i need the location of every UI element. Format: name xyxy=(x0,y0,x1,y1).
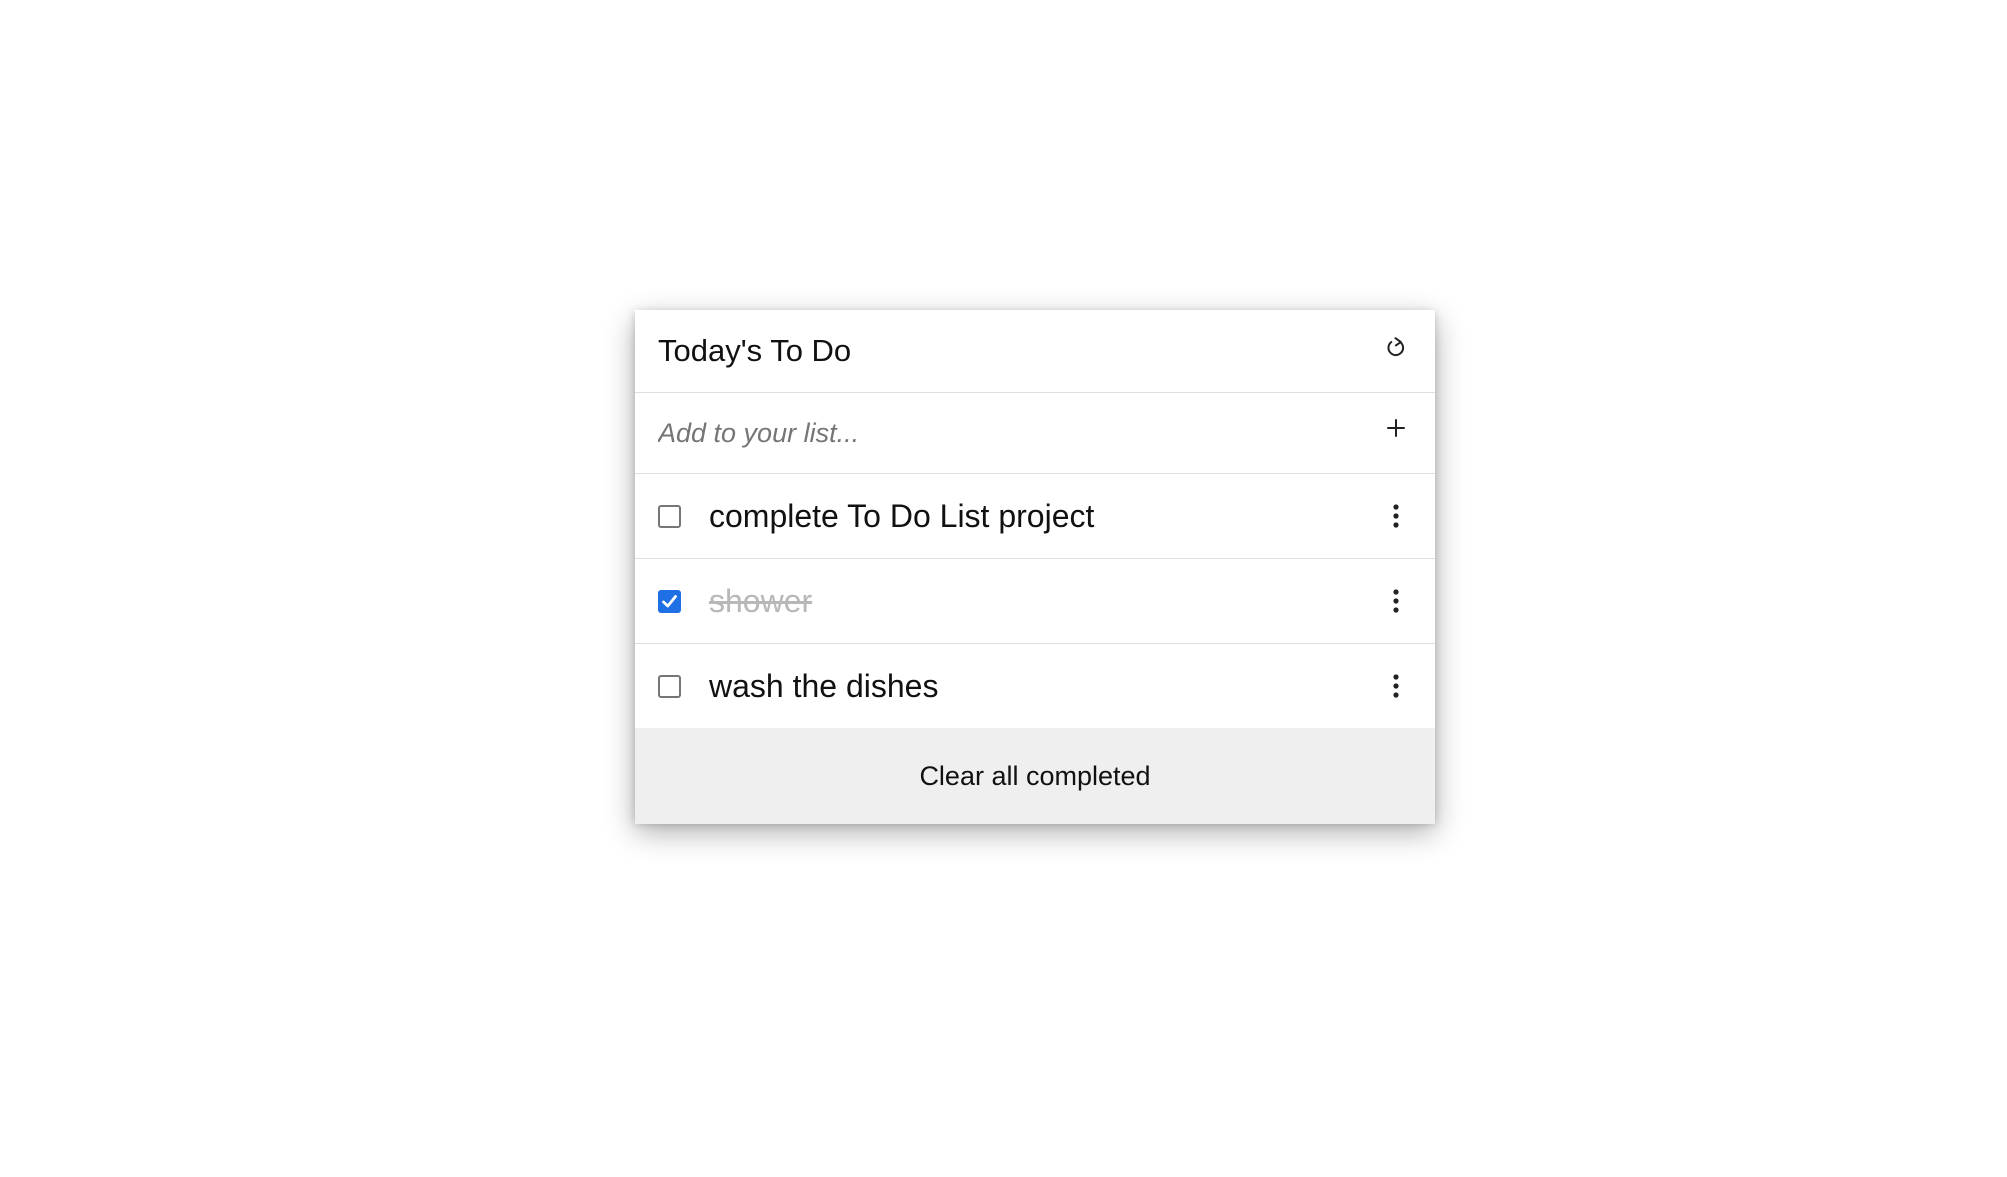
todo-header: Today's To Do xyxy=(635,310,1435,393)
task-label: shower xyxy=(709,582,813,619)
checkmark-icon xyxy=(662,594,677,607)
add-item-input[interactable] xyxy=(658,417,1412,449)
page-title: Today's To Do xyxy=(658,333,852,368)
task-row: wash the dishes xyxy=(635,644,1435,728)
clear-completed-label: Clear all completed xyxy=(919,760,1151,791)
refresh-icon xyxy=(1387,337,1405,357)
more-vertical-icon xyxy=(1393,589,1399,613)
task-checkbox[interactable] xyxy=(658,674,681,698)
todo-card: Today's To Do complete To Do List projec… xyxy=(635,310,1435,824)
task-checkbox[interactable] xyxy=(658,589,681,613)
add-item-row xyxy=(635,393,1435,474)
task-menu-button[interactable] xyxy=(1380,585,1412,617)
clear-completed-button[interactable]: Clear all completed xyxy=(635,728,1435,824)
more-vertical-icon xyxy=(1393,674,1399,698)
task-label: wash the dishes xyxy=(709,667,939,704)
add-item-button[interactable] xyxy=(1380,412,1412,444)
refresh-button[interactable] xyxy=(1380,332,1412,364)
task-menu-button[interactable] xyxy=(1380,500,1412,532)
task-row: shower xyxy=(635,559,1435,644)
more-vertical-icon xyxy=(1393,504,1399,528)
task-label: complete To Do List project xyxy=(709,497,1095,534)
plus-icon xyxy=(1387,419,1405,437)
task-menu-button[interactable] xyxy=(1380,670,1412,702)
task-checkbox[interactable] xyxy=(658,504,681,528)
task-row: complete To Do List project xyxy=(635,474,1435,559)
